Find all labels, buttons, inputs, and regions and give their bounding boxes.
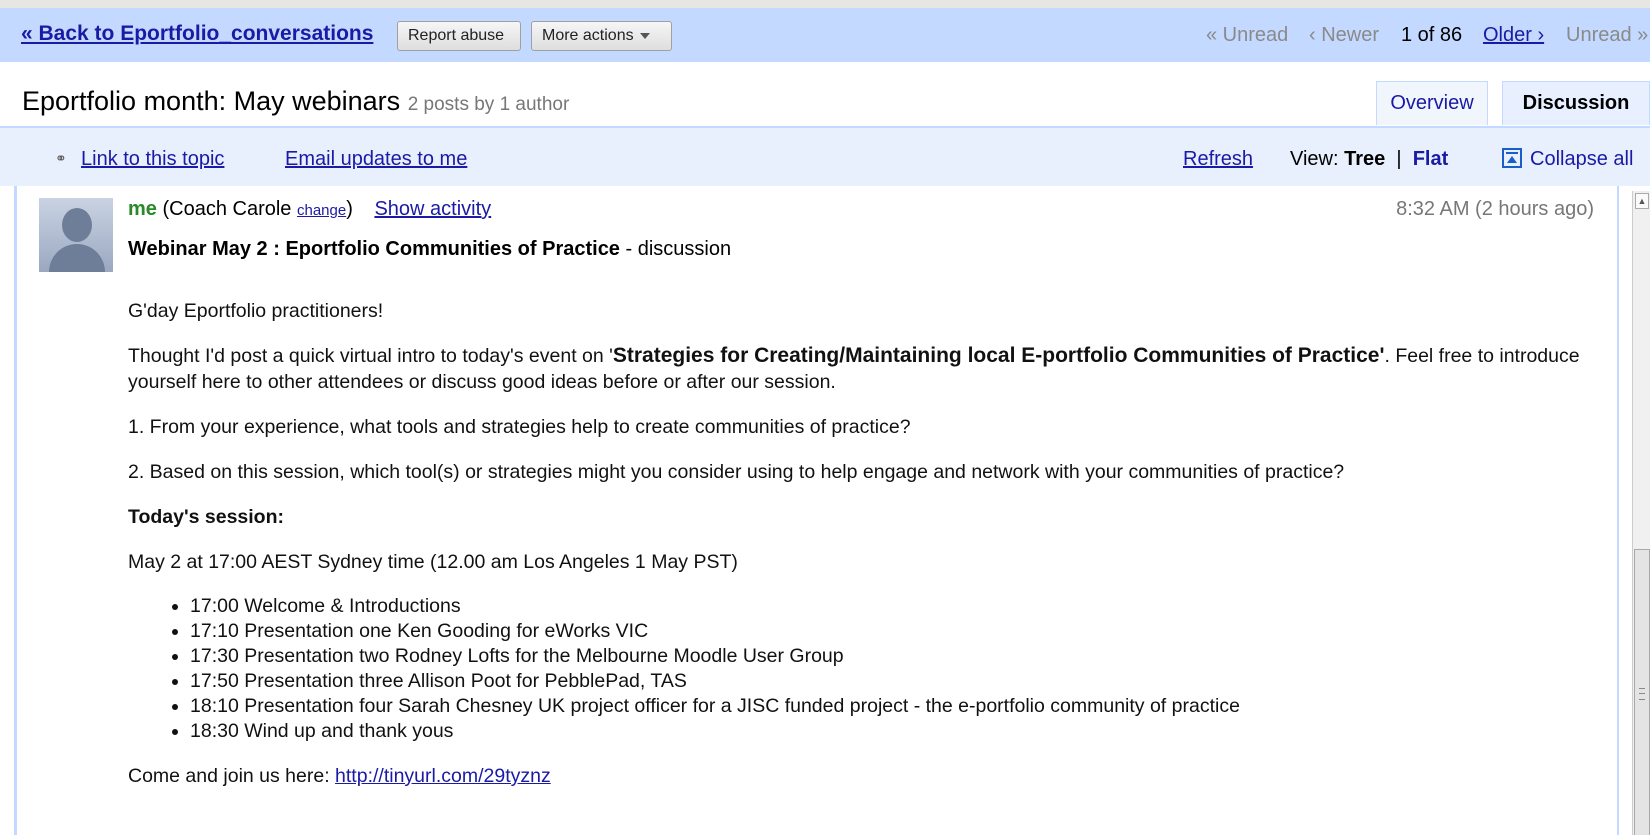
back-to-group-link[interactable]: « Back to Eportfolio_conversations: [21, 22, 373, 46]
tab-overview[interactable]: Overview: [1376, 81, 1488, 125]
avatar: [39, 198, 113, 272]
newer-link: ‹ Newer: [1309, 24, 1380, 46]
event-title: Strategies for Creating/Maintaining loca…: [612, 344, 1385, 367]
author-me: me: [128, 198, 157, 220]
chevron-down-icon: [639, 32, 650, 39]
collapse-all-label: Collapse all: [1530, 148, 1634, 170]
join-link[interactable]: http://tinyurl.com/29tyznz: [335, 765, 551, 787]
agenda-item: 18:10 Presentation four Sarah Chesney UK…: [190, 694, 1608, 719]
view-tree-option[interactable]: Tree: [1344, 148, 1385, 170]
show-activity-link[interactable]: Show activity: [374, 198, 491, 220]
view-mode-toggle: View: Tree | Flat: [1290, 148, 1448, 171]
more-actions-label: More actions: [542, 27, 634, 44]
email-updates-link[interactable]: Email updates to me: [285, 148, 467, 171]
topic-action-bar: ⚭ Link to this topic Email updates to me …: [0, 128, 1650, 186]
link-icon: ⚭: [55, 150, 67, 166]
topic-position: 1 of 86: [1401, 24, 1463, 46]
scroll-thumb[interactable]: [1634, 549, 1650, 835]
join-line: Come and join us here: http://tinyurl.co…: [128, 763, 1608, 789]
change-nickname-link[interactable]: change: [297, 202, 346, 219]
link-to-topic[interactable]: ⚭ Link to this topic: [55, 148, 224, 171]
agenda-item: 18:30 Wind up and thank yous: [190, 719, 1608, 744]
tab-discussion[interactable]: Discussion: [1502, 81, 1650, 125]
message-timestamp: 8:32 AM (2 hours ago): [1396, 198, 1594, 220]
collapse-icon: [1502, 148, 1522, 168]
avatar-head-shape: [62, 208, 92, 242]
topic-header: Eportfolio month: May webinars 2 posts b…: [0, 62, 1650, 128]
page-title: Eportfolio month: May webinars 2 posts b…: [22, 86, 569, 117]
report-abuse-button[interactable]: Report abuse: [397, 21, 521, 51]
subject-title: Webinar May 2 : Eportfolio Communities o…: [128, 238, 620, 260]
author-name-close: ): [346, 198, 353, 220]
agenda-item: 17:10 Presentation one Ken Gooding for e…: [190, 619, 1608, 644]
message-author: me (Coach Carole change) Show activity: [128, 198, 491, 221]
intro-paragraph: Thought I'd post a quick virtual intro t…: [128, 343, 1608, 395]
prev-unread-link: « Unread: [1206, 24, 1289, 46]
session-time: May 2 at 17:00 AEST Sydney time (12.00 a…: [128, 551, 738, 573]
link-to-topic-text[interactable]: Link to this topic: [81, 148, 224, 170]
agenda-list: 17:00 Welcome & Introductions 17:10 Pres…: [128, 594, 1608, 744]
subject-suffix: - discussion: [619, 238, 732, 260]
intro-pre: Thought I'd post a quick virtual intro t…: [128, 345, 613, 367]
grip-icon: [1639, 688, 1645, 700]
more-actions-button[interactable]: More actions: [531, 21, 672, 51]
scrollbar[interactable]: ▲: [1632, 191, 1650, 835]
session-heading-text: Today's session:: [128, 506, 284, 528]
author-name-open: (Coach Carole: [162, 198, 292, 220]
question-2: 2. Based on this session, which tool(s) …: [128, 461, 1345, 483]
message-post: me (Coach Carole change) Show activity 8…: [14, 186, 1619, 835]
app-frame: « Back to Eportfolio_conversations Repor…: [0, 8, 1650, 835]
greeting: G'day Eportfolio practitioners!: [128, 300, 384, 322]
older-link[interactable]: Older ›: [1483, 24, 1544, 47]
view-label: View:: [1290, 148, 1339, 170]
session-heading: Today's session:: [128, 504, 1608, 530]
avatar-body-shape: [49, 244, 105, 272]
topic-title-text: Eportfolio month: May webinars: [22, 86, 401, 116]
view-flat-option[interactable]: Flat: [1413, 148, 1449, 170]
topic-meta: 2 posts by 1 author: [407, 94, 570, 115]
next-unread-link: Unread »: [1566, 24, 1649, 46]
refresh-link[interactable]: Refresh: [1183, 148, 1253, 171]
join-pre: Come and join us here:: [128, 765, 336, 787]
agenda-item: 17:50 Presentation three Allison Poot fo…: [190, 669, 1608, 694]
agenda-item: 17:30 Presentation two Rodney Lofts for …: [190, 644, 1608, 669]
scroll-up-arrow-icon[interactable]: ▲: [1635, 193, 1649, 209]
collapse-all-button[interactable]: Collapse all: [1502, 148, 1633, 171]
message-subject: Webinar May 2 : Eportfolio Communities o…: [128, 238, 731, 261]
agenda-item: 17:00 Welcome & Introductions: [190, 594, 1608, 619]
question-1: 1. From your experience, what tools and …: [128, 416, 911, 438]
view-separator: |: [1396, 148, 1402, 170]
message-body: G'day Eportfolio practitioners! Thought …: [128, 298, 1608, 808]
topic-nav-bar: « Back to Eportfolio_conversations Repor…: [0, 8, 1650, 62]
